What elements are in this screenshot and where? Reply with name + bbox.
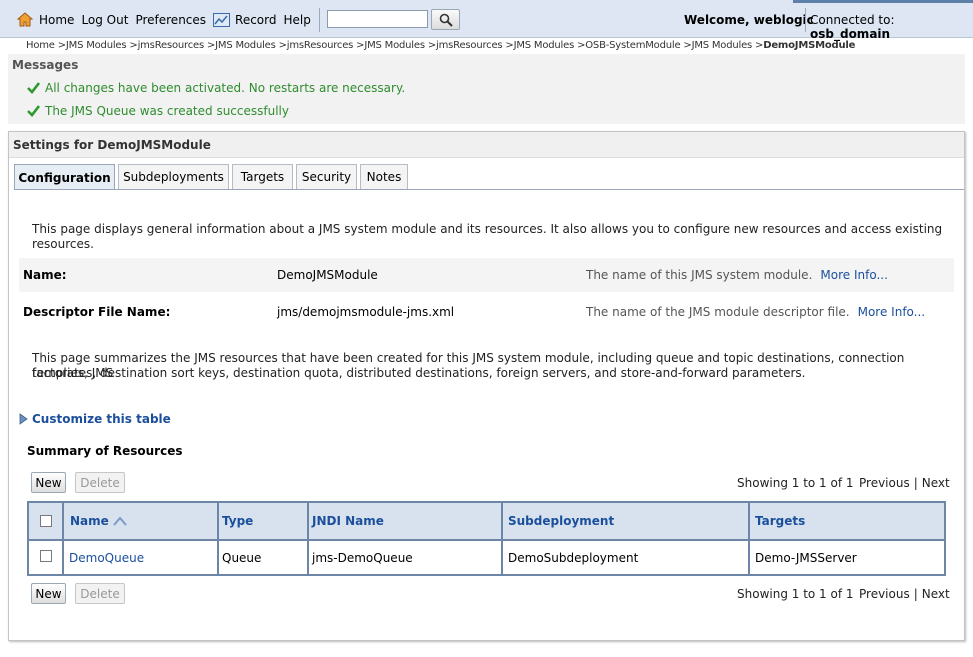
row-select-checkbox[interactable]	[40, 550, 52, 562]
nav-home-link[interactable]: Home	[39, 13, 74, 27]
settings-title: Settings for DemoJMSModule	[13, 138, 211, 152]
column-header-subdeployment[interactable]: Subdeployment	[508, 503, 614, 539]
breadcrumb-link[interactable]: JMS Modules	[66, 40, 127, 51]
column-header-type[interactable]: Type	[222, 503, 253, 539]
message-item: All changes have been activated. No rest…	[27, 81, 405, 95]
field-row-name: Name: DemoJMSModule The name of this JMS…	[19, 258, 954, 292]
column-divider	[307, 503, 309, 574]
field-description: The name of this JMS system module. More …	[586, 268, 888, 282]
nav-logout-link[interactable]: Log Out	[81, 13, 128, 27]
column-divider	[501, 503, 503, 574]
breadcrumb-link[interactable]: Home	[26, 40, 55, 51]
resource-jndi-name: jms-DemoQueue	[312, 550, 413, 565]
field-description-text: The name of the JMS module descriptor fi…	[586, 305, 850, 319]
summary-text-line-2: templates, destination sort keys, destin…	[32, 366, 806, 380]
breadcrumb-link[interactable]: JMS Modules	[364, 40, 425, 51]
column-divider	[748, 503, 750, 574]
sort-ascending-icon[interactable]	[113, 516, 127, 526]
pagination-bottom: Previous | Next	[859, 587, 950, 601]
field-label: Descriptor File Name:	[23, 305, 171, 319]
field-value: DemoJMSModule	[277, 268, 378, 282]
toolbar-accent-line	[793, 0, 973, 3]
previous-link[interactable]: Previous	[859, 476, 910, 490]
intro-text: This page displays general information a…	[32, 222, 943, 251]
more-info-link[interactable]: More Info...	[858, 305, 926, 319]
search-button[interactable]	[431, 9, 460, 30]
toolbar-divider	[319, 8, 320, 32]
welcome-text: Welcome, weblogic	[684, 13, 814, 27]
field-row-descriptor: Descriptor File Name: jms/demojmsmodule-…	[19, 295, 954, 329]
message-text: All changes have been activated. No rest…	[45, 81, 406, 95]
showing-text: Showing 1 to 1 of 1	[737, 476, 854, 490]
breadcrumb-link[interactable]: JMS Modules	[215, 40, 276, 51]
resource-subdeployment: DemoSubdeployment	[508, 550, 639, 565]
resources-table: Name Type JNDI Name Subdeployment Target…	[27, 501, 946, 576]
breadcrumb-link[interactable]: jmsResources	[138, 40, 205, 51]
field-label: Name:	[23, 268, 67, 282]
connected-info: Connected to: osb_domain	[810, 13, 973, 41]
nav-preferences-link[interactable]: Preferences	[135, 13, 206, 27]
breadcrumb-link[interactable]: JMS Modules	[514, 40, 575, 51]
search-input[interactable]	[327, 10, 428, 28]
message-item: The JMS Queue was created successfully	[27, 104, 289, 118]
column-header-name[interactable]: Name	[70, 503, 127, 539]
column-header-targets[interactable]: Targets	[755, 503, 805, 539]
tab-notes[interactable]: Notes	[360, 164, 408, 189]
pagination: Previous | Next	[859, 476, 950, 490]
tab-security[interactable]: Security	[296, 164, 357, 189]
breadcrumb-link[interactable]: jmsResources	[436, 40, 503, 51]
breadcrumb-link[interactable]: OSB-SystemModule	[585, 40, 680, 51]
breadcrumb: Home >JMS Modules >jmsResources >JMS Mod…	[26, 40, 856, 51]
delete-button[interactable]: Delete	[75, 472, 125, 493]
resource-targets: Demo-JMSServer	[755, 550, 857, 565]
tab-subdeployments[interactable]: Subdeployments	[118, 164, 229, 189]
field-description-text: The name of this JMS system module.	[586, 268, 813, 282]
checkmark-icon	[27, 82, 40, 94]
column-divider	[217, 503, 219, 574]
breadcrumb-link[interactable]: jmsResources	[287, 40, 354, 51]
nav-help-link[interactable]: Help	[284, 13, 311, 27]
toolbar-nav: Home Log Out Preferences Record Help	[17, 12, 318, 27]
settings-header: Settings for DemoJMSModule	[9, 132, 964, 158]
more-info-link[interactable]: More Info...	[820, 268, 888, 282]
checkmark-icon	[27, 105, 40, 117]
customize-table-link[interactable]: Customize this table	[32, 412, 171, 426]
previous-link[interactable]: Previous	[859, 587, 910, 601]
new-button[interactable]: New	[31, 472, 66, 493]
domain-name: osb_domain	[810, 27, 891, 41]
top-toolbar: Home Log Out Preferences Record Help Wel…	[0, 0, 973, 41]
field-description: The name of the JMS module descriptor fi…	[586, 305, 925, 319]
delete-button-bottom[interactable]: Delete	[75, 583, 125, 604]
resource-type: Queue	[222, 550, 262, 565]
tab-configuration[interactable]: Configuration	[14, 164, 115, 190]
resources-title: Summary of Resources	[27, 444, 183, 458]
message-text: The JMS Queue was created successfully	[45, 104, 289, 118]
tab-underline	[14, 189, 964, 190]
search-icon	[439, 13, 453, 27]
home-icon[interactable]	[17, 12, 33, 27]
resource-name-link[interactable]: DemoQueue	[69, 541, 144, 574]
messages-title: Messages	[12, 58, 79, 72]
triangle-right-icon	[19, 413, 28, 425]
field-value: jms/demojmsmodule-jms.xml	[277, 305, 455, 319]
customize-table-toggle[interactable]: Customize this table	[19, 412, 171, 426]
new-button-bottom[interactable]: New	[31, 583, 66, 604]
showing-text-bottom: Showing 1 to 1 of 1	[737, 587, 854, 601]
messages-panel: Messages All changes have been activated…	[8, 54, 965, 124]
tab-targets[interactable]: Targets	[232, 164, 293, 189]
nav-record-link[interactable]: Record	[235, 13, 276, 27]
column-header-jndi[interactable]: JNDI Name	[312, 503, 384, 539]
breadcrumb-link[interactable]: JMS Modules	[692, 40, 753, 51]
table-header	[29, 503, 944, 541]
column-header-label: Name	[70, 514, 109, 528]
settings-panel: Settings for DemoJMSModule Configuration…	[8, 131, 965, 641]
next-link[interactable]: Next	[922, 587, 950, 601]
column-divider	[62, 503, 64, 574]
connected-label: Connected to:	[810, 13, 895, 27]
record-icon[interactable]	[213, 12, 231, 27]
select-all-checkbox[interactable]	[40, 515, 52, 527]
toolbar-divider-2	[805, 8, 806, 32]
next-link[interactable]: Next	[922, 476, 950, 490]
breadcrumb-current: DemoJMSModule	[763, 40, 856, 51]
